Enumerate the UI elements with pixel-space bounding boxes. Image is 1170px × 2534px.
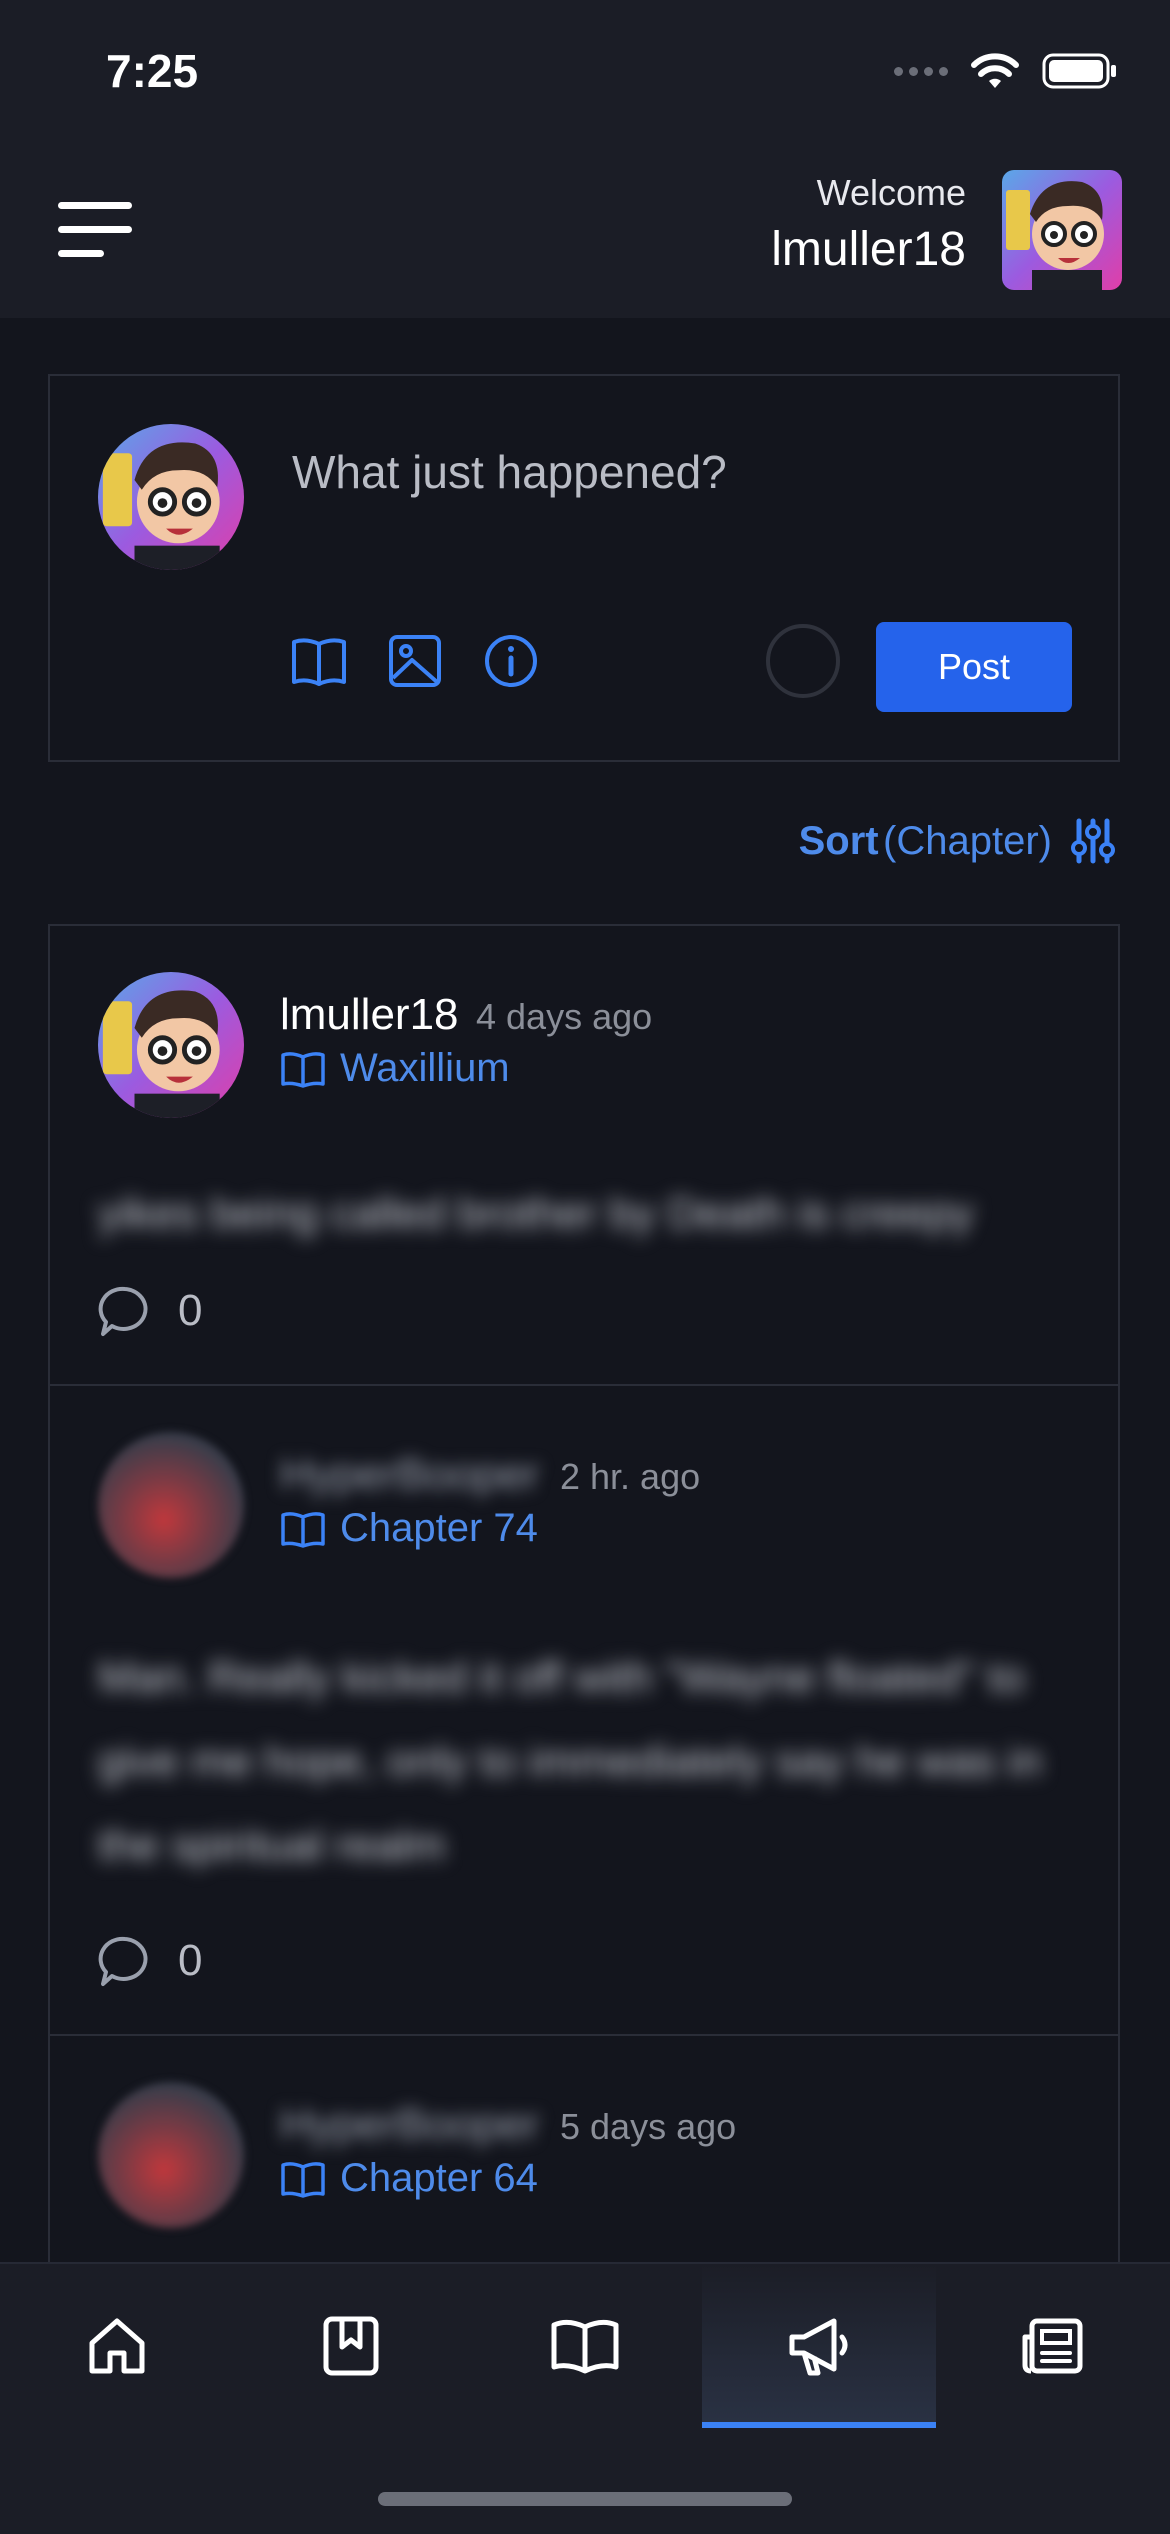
- comment-icon: [98, 1286, 148, 1336]
- post-button[interactable]: Post: [876, 622, 1072, 712]
- post-chapter-link[interactable]: Chapter 64: [280, 2156, 538, 2201]
- status-icons: [894, 52, 1118, 90]
- book-attach-icon[interactable]: [290, 632, 348, 690]
- image-attach-icon[interactable]: [386, 632, 444, 690]
- comments-button[interactable]: 0: [98, 1934, 202, 1988]
- home-icon: [89, 2318, 145, 2374]
- book-icon: [551, 2319, 619, 2374]
- post-avatar[interactable]: [98, 1432, 244, 1578]
- post-timestamp: 5 days ago: [560, 2106, 737, 2147]
- book-icon: [281, 2161, 325, 2198]
- feed-post[interactable]: HyperBooper 2 hr. ago Chapter 74 Man. Re…: [50, 1386, 1118, 2036]
- home-indicator: [378, 2492, 792, 2506]
- chapter-label: Chapter 64: [340, 2156, 538, 2200]
- post-chapter-link[interactable]: Waxillium: [280, 1046, 510, 1091]
- sort-control[interactable]: Sort (Chapter): [799, 818, 1116, 864]
- post-author[interactable]: HyperBooper: [280, 1450, 539, 1500]
- chapter-label: Chapter 74: [340, 1506, 538, 1550]
- sort-label: Sort: [798, 818, 879, 863]
- sort-value: (Chapter): [883, 818, 1052, 863]
- character-count-ring: [766, 624, 840, 698]
- tab-bookmarks[interactable]: [234, 2264, 468, 2428]
- wifi-icon: [971, 53, 1019, 88]
- book-icon: [281, 1051, 325, 1088]
- avatar-illustration: [102, 442, 220, 570]
- post-chapter-link[interactable]: Chapter 74: [280, 1506, 538, 1551]
- composer-avatar: [98, 424, 244, 570]
- comment-icon: [98, 1936, 148, 1986]
- post-composer: Post: [48, 374, 1120, 762]
- sort-label-wrap: Sort (Chapter): [799, 819, 1052, 864]
- newspaper-icon: [1022, 2318, 1083, 2374]
- comments-button[interactable]: 0: [98, 1284, 202, 1338]
- comment-count: 0: [178, 1936, 203, 1985]
- post-body: yikes being called brother by Death is c…: [98, 1189, 974, 1238]
- post-body: Man. Really kicked it off with "Wayne fl…: [98, 1653, 1043, 1870]
- signal-icon: [894, 66, 948, 76]
- chapter-label: Waxillium: [340, 1046, 510, 1090]
- comment-count: 0: [178, 1286, 203, 1335]
- status-time: 7:25: [106, 45, 199, 97]
- post-author[interactable]: lmuller18: [280, 990, 459, 1040]
- tab-news[interactable]: [936, 2264, 1170, 2428]
- tab-reading[interactable]: [468, 2264, 702, 2428]
- feed-post[interactable]: HyperBooper 5 days ago Chapter 64: [50, 2036, 1118, 2264]
- bookmark-icon: [323, 2316, 379, 2376]
- post-feed: lmuller18 4 days ago Waxillium yikes bei…: [48, 924, 1120, 2264]
- post-avatar[interactable]: [98, 972, 244, 1118]
- post-timestamp: 2 hr. ago: [560, 1456, 701, 1497]
- tab-discussions[interactable]: [702, 2264, 936, 2428]
- sliders-icon: [1071, 818, 1115, 864]
- status-bar: 7:25: [0, 0, 1170, 140]
- post-author[interactable]: HyperBooper: [280, 2100, 539, 2150]
- header-username: lmuller18: [771, 223, 966, 276]
- app-header: Welcome lmuller18: [0, 140, 1170, 318]
- welcome-block: Welcome lmuller18: [771, 172, 966, 277]
- tab-home[interactable]: [0, 2264, 234, 2428]
- avatar-illustration: [102, 990, 220, 1118]
- feed-post[interactable]: lmuller18 4 days ago Waxillium yikes bei…: [50, 926, 1118, 1386]
- book-icon: [281, 1511, 325, 1548]
- menu-button[interactable]: [58, 200, 132, 260]
- megaphone-icon: [789, 2318, 848, 2376]
- welcome-label: Welcome: [816, 172, 966, 213]
- profile-avatar[interactable]: [1002, 170, 1122, 290]
- post-timestamp: 4 days ago: [476, 996, 653, 1037]
- battery-icon: [1042, 53, 1116, 89]
- post-avatar[interactable]: [98, 2082, 244, 2228]
- avatar-illustration: [1006, 181, 1104, 290]
- info-icon[interactable]: [482, 632, 540, 690]
- compose-input[interactable]: [290, 436, 1054, 508]
